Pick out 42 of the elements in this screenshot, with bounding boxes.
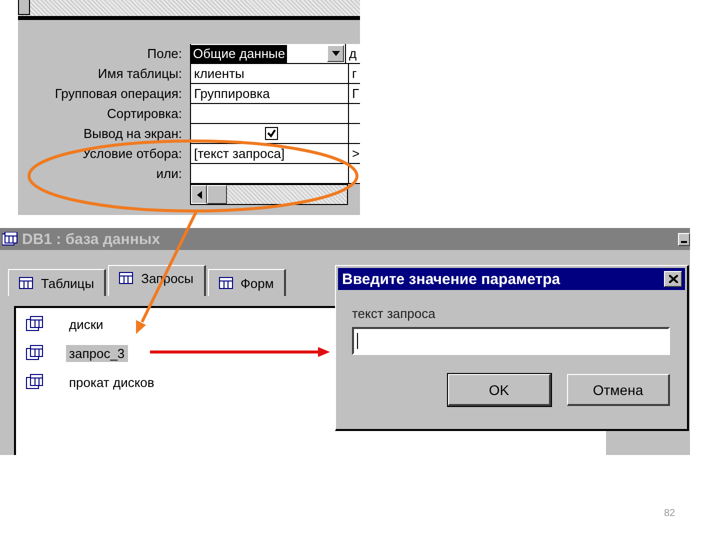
grid-cell[interactable]: клиенты	[190, 64, 349, 84]
dialog-title: Введите значение параметра	[342, 270, 560, 288]
query-icon	[26, 345, 44, 361]
query-name[interactable]: запрос_3	[66, 344, 128, 362]
grid-cell[interactable]: Г	[349, 84, 360, 104]
query-icon	[26, 316, 44, 332]
database-icon	[2, 232, 18, 246]
grid-cell[interactable]: Общие данные	[190, 44, 346, 64]
scroll-left-icon[interactable]	[191, 185, 207, 204]
minimize-icon[interactable]	[681, 240, 687, 242]
grid-cell[interactable]: г	[349, 64, 360, 84]
query-name[interactable]: диски	[66, 316, 106, 332]
dialog-button[interactable]: Отмена	[567, 374, 670, 406]
grid-cell[interactable]: д	[346, 44, 360, 64]
input-field[interactable]	[352, 327, 670, 355]
tab-icon	[19, 277, 33, 289]
dialog-button[interactable]: OK	[448, 374, 551, 406]
row-label: Условие отбора:	[81, 145, 183, 163]
query-name[interactable]: прокат дисков	[66, 374, 158, 390]
tab-icon	[218, 277, 233, 289]
prompt-label: текст запроса	[352, 306, 436, 321]
minimize-button[interactable]	[678, 232, 690, 246]
scroll-button[interactable]	[18, 0, 30, 15]
row-label: Имя таблицы:	[96, 65, 183, 83]
close-icon[interactable]	[664, 271, 682, 287]
checkbox[interactable]	[264, 127, 278, 140]
grid-cell[interactable]: Группировка	[190, 84, 349, 104]
row-label: Вывод на экран:	[82, 125, 183, 143]
tab[interactable]: Форм	[208, 269, 286, 296]
grid-cell[interactable]: >	[349, 144, 360, 164]
row-label: или:	[155, 165, 183, 183]
page-number: 82	[664, 508, 676, 519]
row-label: Сортировка:	[106, 105, 183, 123]
row-label: Групповая операция:	[54, 85, 183, 103]
grid-cell[interactable]: [текст запроса]	[190, 144, 349, 164]
row-label: Поле:	[146, 45, 183, 63]
window-title: DB1 : база данных	[22, 230, 160, 248]
tab[interactable]: Таблицы	[8, 269, 106, 296]
scroll-thumb[interactable]	[207, 185, 227, 204]
query-icon	[26, 374, 44, 390]
tab-icon	[119, 272, 134, 284]
horizontal-scrollbar[interactable]	[190, 184, 348, 205]
